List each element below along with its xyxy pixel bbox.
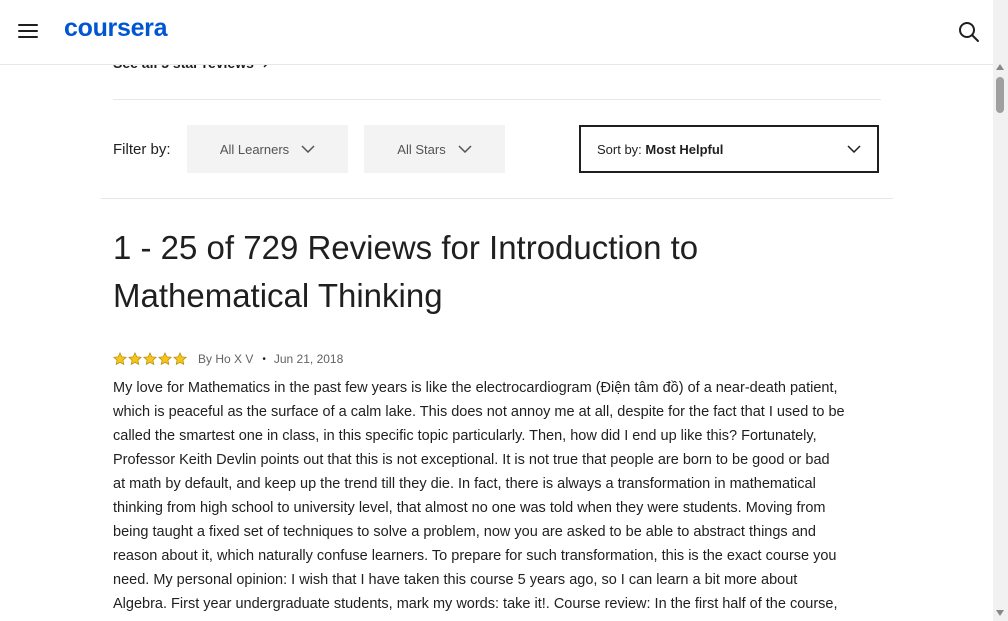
sort-by-text: Sort by: Most Helpful [597,142,723,157]
page-title-line: 1 - 25 of 729 Reviews for Introduction t… [113,229,699,266]
filter-by-label: Filter by: [113,141,171,158]
search-icon[interactable] [957,20,981,44]
learners-filter-value: All Learners [219,141,290,157]
review-meta: By Ho X V • Jun 21, 2018 [113,350,343,368]
star-rating [113,352,187,366]
star-icon [173,352,187,366]
review-text-line: at math by default, and keep up the tren… [113,476,816,492]
review-author: By Ho X V [198,352,254,366]
sort-by-dropdown[interactable]: Sort by: Most Helpful [579,125,879,173]
page-title-line: Mathematical Thinking [113,277,443,314]
star-icon [143,352,157,366]
chevron-down-icon [301,145,315,153]
learners-filter-dropdown[interactable]: All Learners [187,125,348,173]
review-text-line: being taught a fixed set of techniques t… [113,524,816,540]
sort-by-value: Most Helpful [645,142,724,157]
divider [101,198,893,199]
sort-by-label: Sort by: [597,142,646,157]
page-title: 1 - 25 of 729 Reviews for Introduction t… [113,224,833,320]
review-text-line: Algebra. First year undergraduate studen… [113,596,838,612]
scrollbar-thumb[interactable] [996,77,1004,113]
coursera-logo[interactable]: coursera [64,14,168,43]
scroll-up-arrow-icon[interactable] [996,64,1004,70]
hamburger-menu-icon[interactable] [18,24,38,40]
star-icon [158,352,172,366]
review-text: My love for Mathematics in the past few … [113,376,873,616]
separator-dot: • [262,353,266,365]
star-icon [113,352,127,366]
review-text-line: which is peaceful as the surface of a ca… [113,404,845,420]
review-text-line: called the smartest one in class, in thi… [113,428,817,444]
stars-filter-value: All Stars [397,141,446,157]
star-icon [128,352,142,366]
chevron-down-icon [458,145,472,153]
divider [113,99,881,100]
page-scrollbar[interactable] [993,0,1008,621]
review-text-line: reason about it, which naturally confuse… [113,548,837,564]
top-navbar: coursera [0,0,993,65]
review-text-line: My love for Mathematics in the past few … [113,380,838,396]
chevron-down-icon [847,145,861,153]
scroll-down-arrow-icon[interactable] [996,610,1004,616]
stars-filter-dropdown[interactable]: All Stars [364,125,505,173]
review-date: Jun 21, 2018 [273,352,344,366]
review-text-line: Professor Keith Devlin points out that t… [113,452,830,468]
review-text-line: thinking from high school to university … [113,500,826,516]
review-text-line: need. My personal opinion: I wish that I… [113,572,798,588]
